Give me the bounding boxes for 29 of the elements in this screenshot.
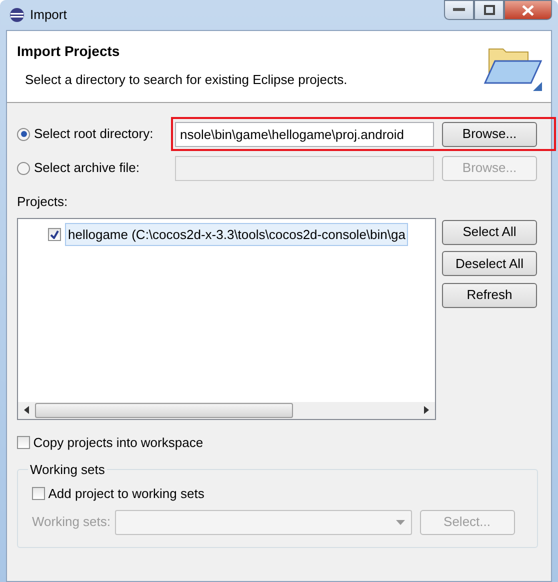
list-button[interactable]: Refresh bbox=[442, 282, 537, 308]
checkmark-icon bbox=[50, 230, 59, 239]
minimize-button[interactable] bbox=[444, 0, 474, 20]
project-item[interactable]: hellogame (C:\cocos2d-x-3.3\tools\cocos2d-console\bin\ga bbox=[65, 222, 408, 246]
scroll-left-icon[interactable] bbox=[24, 406, 29, 414]
app-icon bbox=[10, 8, 24, 22]
maximize-icon bbox=[484, 5, 494, 15]
minimize-icon bbox=[453, 8, 465, 12]
close-icon bbox=[522, 4, 534, 16]
group-legend: Working sets bbox=[28, 460, 107, 480]
copy-checkbox-option[interactable]: Copy projects into workspace bbox=[17, 432, 541, 452]
browse-button[interactable]: Browse... bbox=[442, 122, 537, 146]
close-button[interactable] bbox=[504, 0, 552, 20]
scrollbar-thumb[interactable] bbox=[35, 402, 293, 418]
dialog-description: Select a directory to search for existing Eclipse projects. bbox=[24, 71, 348, 89]
radio-option[interactable]: Select root directory: bbox=[17, 124, 169, 144]
scroll-right-icon[interactable] bbox=[424, 406, 429, 414]
projects-label: Projects: bbox=[17, 192, 69, 211]
list-button[interactable]: Select All bbox=[442, 220, 537, 244]
dialog-title: Import Projects bbox=[17, 42, 121, 61]
horizontal-scrollbar[interactable] bbox=[18, 402, 435, 418]
path-field[interactable]: nsole\bin\game\hellogame\proj.android bbox=[175, 122, 434, 146]
combo-label: Working sets: bbox=[32, 513, 111, 532]
caret-icon bbox=[396, 520, 405, 524]
project-checkbox[interactable] bbox=[48, 228, 61, 241]
window-title: Import bbox=[30, 6, 67, 24]
maximize-button[interactable] bbox=[474, 0, 504, 20]
list-button[interactable]: Deselect All bbox=[442, 251, 537, 276]
checkbox[interactable] bbox=[17, 436, 30, 449]
